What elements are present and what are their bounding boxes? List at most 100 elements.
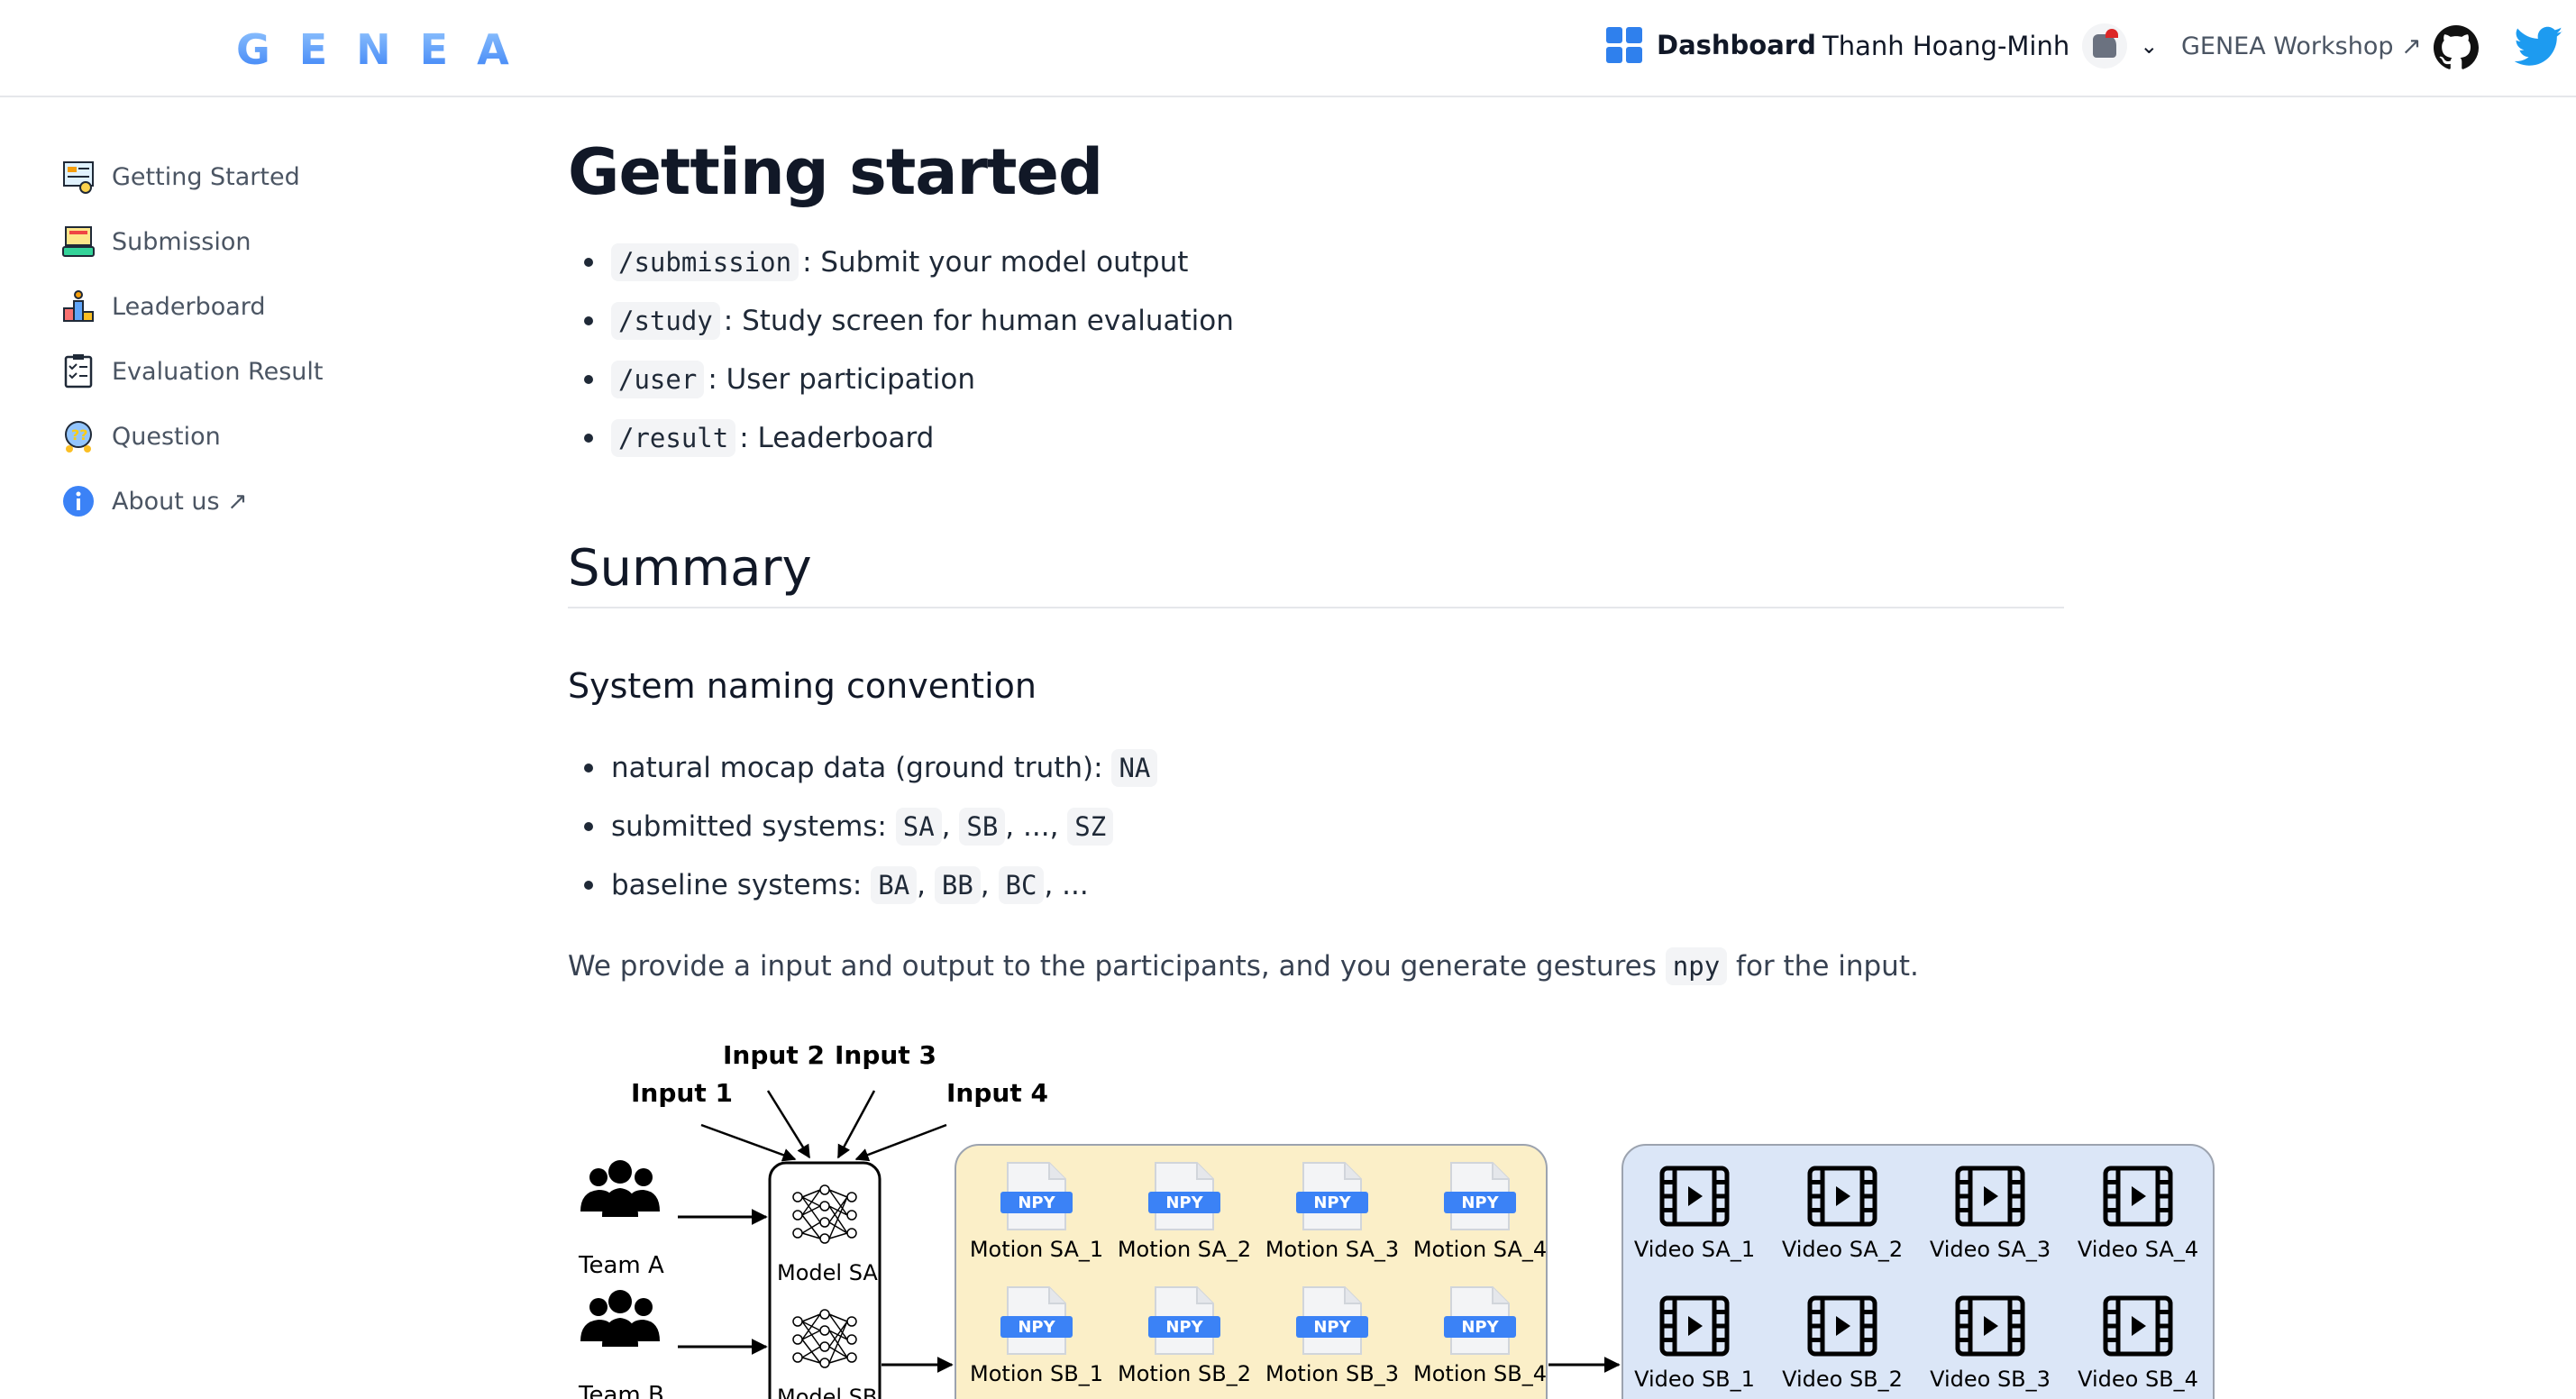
- submission-icon: [59, 223, 97, 261]
- submitted-label: submitted systems:: [611, 809, 887, 843]
- video-label: Video SA_4: [2078, 1237, 2198, 1262]
- npy-badge: NPY: [1165, 1193, 1203, 1212]
- npy-badge: NPY: [1461, 1193, 1499, 1212]
- input-label: Input 3: [835, 1040, 936, 1070]
- npy-badge: NPY: [1018, 1318, 1055, 1337]
- video-label: Video SA_3: [1930, 1237, 2051, 1262]
- video-label: Video SB_2: [1782, 1367, 1903, 1392]
- info-icon: [59, 482, 97, 520]
- sidebar-item-submission[interactable]: Submission: [59, 209, 438, 274]
- code-bb: BB: [934, 865, 981, 904]
- code-sa: SA: [895, 807, 942, 846]
- input-label: Input 2: [723, 1040, 825, 1070]
- sidebar-item-label: Question: [112, 422, 221, 451]
- team-label: Team A: [578, 1252, 664, 1279]
- code-ba: BA: [871, 865, 918, 904]
- genea-logo[interactable]: GENEA: [236, 25, 538, 74]
- dashboard-label: Dashboard: [1657, 30, 1816, 60]
- summary-heading: Summary: [568, 539, 2064, 608]
- sidebar-item-evaluation-result[interactable]: Evaluation Result: [59, 339, 438, 404]
- twitter-icon[interactable]: [2515, 25, 2563, 69]
- pipeline-diagram: Input 1 Input 2 Input 3 Input 4 Team A T…: [568, 1037, 2226, 1399]
- video-label: Video SA_2: [1782, 1237, 1903, 1262]
- page-title: Getting started: [568, 135, 1103, 209]
- motion-label: Motion SA_2: [1118, 1237, 1251, 1262]
- code-na: NA: [1111, 748, 1158, 787]
- provide-paragraph: We provide a input and output to the par…: [568, 947, 2064, 985]
- list-item: /submission: Submit your model output: [568, 233, 2064, 291]
- npy-badge: NPY: [1018, 1193, 1055, 1212]
- list-item: /result: Leaderboard: [568, 408, 2064, 467]
- motion-label: Motion SB_1: [970, 1361, 1103, 1386]
- submitted-ellipsis: , ...,: [1005, 809, 1059, 843]
- input-label: Input 1: [631, 1078, 733, 1108]
- sidebar-item-label: Evaluation Result: [112, 357, 324, 386]
- list-item: natural mocap data (ground truth): NA: [568, 738, 2064, 797]
- sidebar-item-label: Getting Started: [112, 162, 300, 191]
- command-text: : Leaderboard: [739, 421, 935, 454]
- code-sz: SZ: [1067, 807, 1114, 846]
- video-label: Video SB_3: [1930, 1367, 2051, 1392]
- main-content: Getting started /submission: Submit your…: [568, 135, 2064, 985]
- sidebar-item-label: Submission: [112, 227, 251, 256]
- svg-text:??: ??: [71, 426, 88, 443]
- motion-label: Motion SA_4: [1413, 1237, 1547, 1262]
- command-code: /submission: [611, 242, 799, 281]
- sidebar-item-label: Leaderboard: [112, 292, 266, 321]
- command-list: /submission: Submit your model output /s…: [568, 233, 2064, 467]
- command-text: : User participation: [708, 362, 976, 396]
- command-text: : Study screen for human evaluation: [723, 304, 1234, 337]
- evaluation-icon: [59, 352, 97, 390]
- video-label: Video SB_4: [2078, 1367, 2198, 1392]
- chevron-down-icon: ⌄: [2140, 33, 2159, 59]
- sidebar-item-label: About us ↗: [112, 487, 248, 516]
- npy-badge: NPY: [1461, 1318, 1499, 1337]
- motion-label: Motion SA_1: [970, 1237, 1103, 1262]
- dashboard-link[interactable]: Dashboard: [1606, 27, 1816, 63]
- video-outputs-box: [1621, 1144, 2215, 1399]
- command-code: /study: [611, 301, 720, 340]
- model-label: Model SA: [777, 1260, 878, 1285]
- list-item: baseline systems: BA, BB, BC, ...: [568, 855, 2064, 914]
- list-item: /user: User participation: [568, 350, 2064, 408]
- user-name: Thanh Hoang-Minh: [1822, 31, 2070, 61]
- question-icon: ??: [59, 417, 97, 455]
- command-code: /user: [611, 360, 705, 398]
- sidebar-item-leaderboard[interactable]: Leaderboard: [59, 274, 438, 339]
- video-label: Video SB_1: [1634, 1367, 1755, 1392]
- dashboard-icon: [1606, 27, 1642, 63]
- naming-list: natural mocap data (ground truth): NA su…: [568, 738, 2064, 914]
- command-code: /result: [611, 418, 736, 457]
- npy-badge: NPY: [1165, 1318, 1203, 1337]
- getting-started-icon: [59, 158, 97, 196]
- team-b-icon: [580, 1290, 660, 1347]
- top-navbar: GENEA Dashboard Thanh Hoang-Minh ⌄ GENEA…: [0, 0, 2576, 97]
- team-a-icon: [580, 1160, 660, 1217]
- video-label: Video SA_1: [1634, 1237, 1755, 1262]
- code-sb: SB: [959, 807, 1006, 846]
- avatar: [2082, 23, 2128, 69]
- baseline-label: baseline systems:: [611, 868, 863, 901]
- provide-pre: We provide a input and output to the par…: [568, 950, 1657, 983]
- sidebar-item-question[interactable]: ?? Question: [59, 404, 438, 469]
- model-label: Model SB: [777, 1385, 877, 1399]
- list-item: /study: Study screen for human evaluatio…: [568, 291, 2064, 350]
- sidebar-item-getting-started[interactable]: Getting Started: [59, 144, 438, 209]
- motion-label: Motion SB_3: [1265, 1361, 1399, 1386]
- team-label: Team B: [578, 1382, 664, 1399]
- motion-label: Motion SB_2: [1118, 1361, 1251, 1386]
- npy-badge: NPY: [1313, 1193, 1351, 1212]
- command-text: : Submit your model output: [802, 245, 1189, 279]
- code-bc: BC: [998, 865, 1045, 904]
- sidebar: Getting Started Submission Leaderboard E…: [59, 144, 438, 534]
- genea-workshop-link[interactable]: GENEA Workshop ↗: [2181, 32, 2422, 60]
- code-npy: npy: [1665, 947, 1728, 985]
- baseline-tail: , ...: [1044, 868, 1089, 901]
- sidebar-item-about-us[interactable]: About us ↗: [59, 469, 438, 534]
- user-menu[interactable]: Thanh Hoang-Minh ⌄: [1822, 23, 2158, 69]
- list-item: submitted systems: SA, SB, ..., SZ: [568, 797, 2064, 855]
- motion-label: Motion SA_3: [1265, 1237, 1399, 1262]
- input-label: Input 4: [946, 1078, 1048, 1108]
- github-icon[interactable]: [2434, 25, 2479, 70]
- leaderboard-icon: [59, 288, 97, 325]
